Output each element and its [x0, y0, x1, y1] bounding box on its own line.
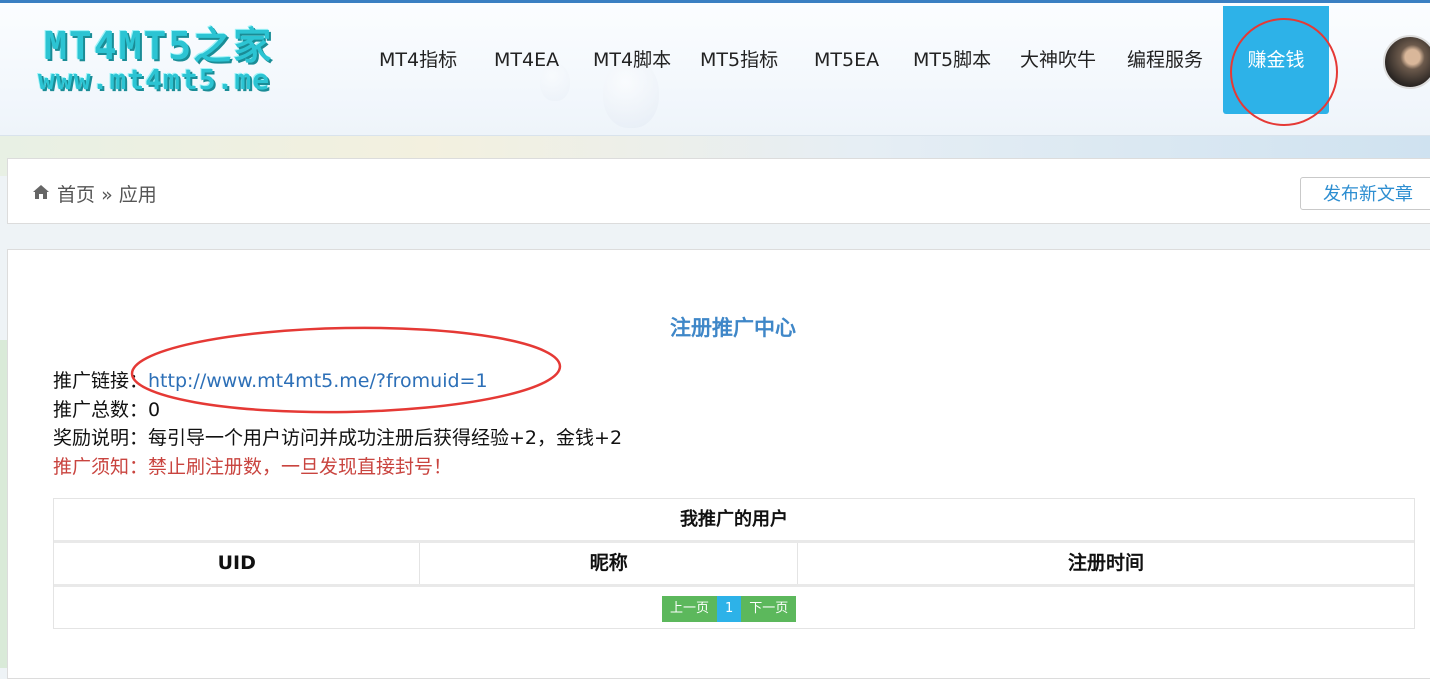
- pagination: 上一页 1 下一页: [662, 596, 797, 622]
- page-number-current[interactable]: 1: [717, 596, 742, 622]
- referred-users-table: 我推广的用户 UID 昵称 注册时间 上一页 1 下一页: [53, 498, 1415, 629]
- column-header-nickname: 昵称: [420, 543, 798, 584]
- column-header-register-time: 注册时间: [1067, 552, 1144, 574]
- breadcrumb-home-link[interactable]: 首页: [57, 184, 95, 206]
- nav-item-earn-money[interactable]: 赚金钱: [1223, 6, 1329, 114]
- nav-item-experts-talk[interactable]: 大神吹牛: [1020, 6, 1096, 114]
- promo-reward-text: 每引导一个用户访问并成功注册后获得经验+2，金钱+2: [148, 427, 623, 449]
- nav-item-programming-services[interactable]: 编程服务: [1127, 6, 1203, 114]
- promo-panel: 注册推广中心 推广链接：http://www.mt4mt5.me/?fromui…: [7, 249, 1430, 679]
- table-footer: 上一页 1 下一页: [54, 587, 1414, 628]
- annotation-ellipse: [130, 326, 562, 414]
- nav-item-mt5-ea[interactable]: MT5EA: [814, 6, 879, 114]
- avatar[interactable]: [1383, 35, 1430, 89]
- promo-reward-row: 奖励说明：每引导一个用户访问并成功注册后获得经验+2，金钱+2: [53, 423, 622, 450]
- table-caption: 我推广的用户: [54, 499, 1414, 543]
- breadcrumb: 首页 » 应用 发布新文章: [7, 158, 1430, 224]
- site-logo[interactable]: MT4MT5之家 www.mt4mt5.me: [38, 15, 338, 105]
- left-edge-background: [0, 340, 7, 668]
- next-page-button[interactable]: 下一页: [741, 596, 797, 622]
- site-header: MT4MT5之家 www.mt4mt5.me MT4指标 MT4EA MT4脚本…: [0, 3, 1430, 136]
- nav-item-mt5-scripts[interactable]: MT5脚本: [913, 6, 991, 114]
- logo-title: MT4MT5之家: [44, 24, 274, 68]
- promo-reward-label: 奖励说明：: [53, 427, 149, 449]
- nav-item-mt4-indicators[interactable]: MT4指标: [379, 6, 457, 114]
- breadcrumb-separator: »: [101, 184, 113, 206]
- column-header-uid: UID: [54, 543, 421, 584]
- publish-article-button[interactable]: 发布新文章: [1300, 177, 1430, 210]
- nav-item-mt5-indicators[interactable]: MT5指标: [700, 6, 778, 114]
- logo-url: www.mt4mt5.me: [38, 63, 271, 96]
- prev-page-button[interactable]: 上一页: [662, 596, 718, 622]
- nav-item-mt4-ea[interactable]: MT4EA: [494, 6, 559, 114]
- home-icon: [33, 185, 49, 199]
- breadcrumb-current: 应用: [118, 184, 157, 206]
- table-header: UID 昵称 注册时间: [54, 543, 1414, 587]
- breadcrumb-trail: 首页 » 应用: [57, 180, 157, 207]
- nav-item-mt4-scripts[interactable]: MT4脚本: [593, 6, 671, 114]
- promo-notice: 推广须知：禁止刷注册数，一旦发现直接封号！: [53, 456, 453, 478]
